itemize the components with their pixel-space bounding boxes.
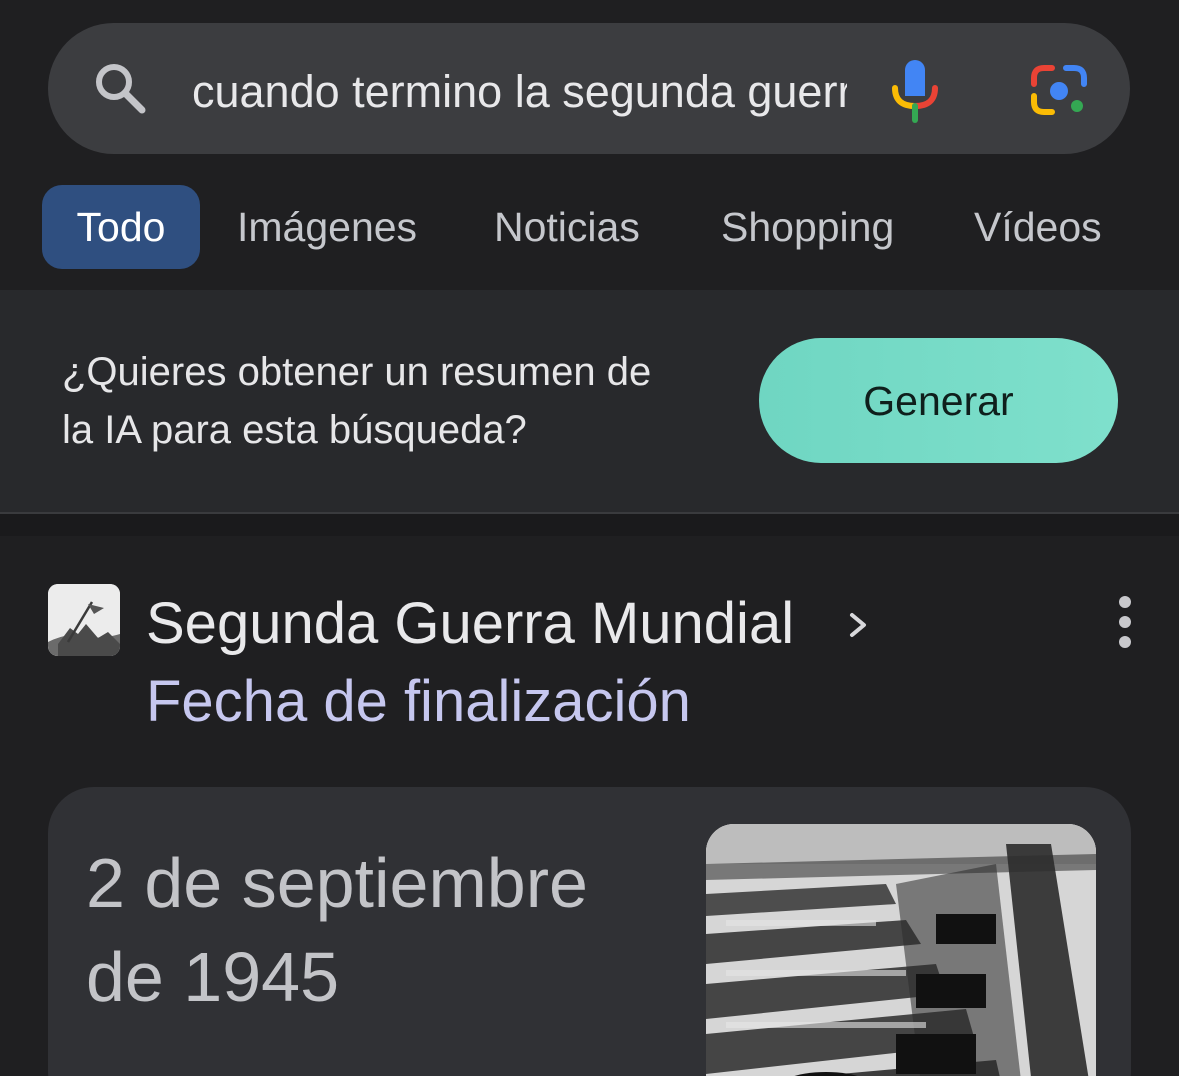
result-subtitle: Fecha de finalización [146, 669, 691, 734]
tab-imagenes[interactable]: Imágenes [237, 185, 417, 269]
google-lens-icon[interactable] [1028, 62, 1090, 118]
search-icon[interactable] [92, 60, 148, 116]
result-title[interactable]: Segunda Guerra Mundial [146, 588, 794, 660]
search-tabs: Todo Imágenes Noticias Shopping Vídeos [0, 185, 1179, 270]
mic-icon[interactable] [890, 58, 940, 123]
header: cuando termino la segunda guerra mundial… [0, 0, 1179, 290]
ai-overview-question: ¿Quieres obtener un resumen de la IA par… [62, 343, 742, 459]
soldiers-photo-image [706, 824, 1096, 1076]
more-options-icon[interactable] [1107, 594, 1143, 650]
section-divider [0, 512, 1179, 538]
ai-question-line-1: ¿Quieres obtener un resumen de [62, 350, 652, 394]
tab-videos[interactable]: Vídeos [974, 185, 1102, 269]
iwo-jima-flag-image-icon [48, 584, 120, 656]
answer-line-1: 2 de septiembre [86, 844, 588, 922]
result-thumbnail[interactable] [48, 584, 120, 656]
generate-button[interactable]: Generar [759, 338, 1118, 463]
tab-todo[interactable]: Todo [42, 185, 200, 269]
google-search-results-page: cuando termino la segunda guerra mundial… [0, 0, 1179, 1076]
tab-shopping[interactable]: Shopping [721, 185, 894, 269]
search-input[interactable]: cuando termino la segunda guerra mundial [192, 64, 847, 120]
ai-question-line-2: la IA para esta búsqueda? [62, 408, 527, 452]
result-photo[interactable] [706, 824, 1096, 1076]
tab-noticias[interactable]: Noticias [494, 185, 640, 269]
chevron-right-icon[interactable] [846, 607, 870, 643]
answer-line-2: de 1945 [86, 938, 340, 1016]
answer-date: 2 de septiembre de 1945 [86, 836, 666, 1024]
